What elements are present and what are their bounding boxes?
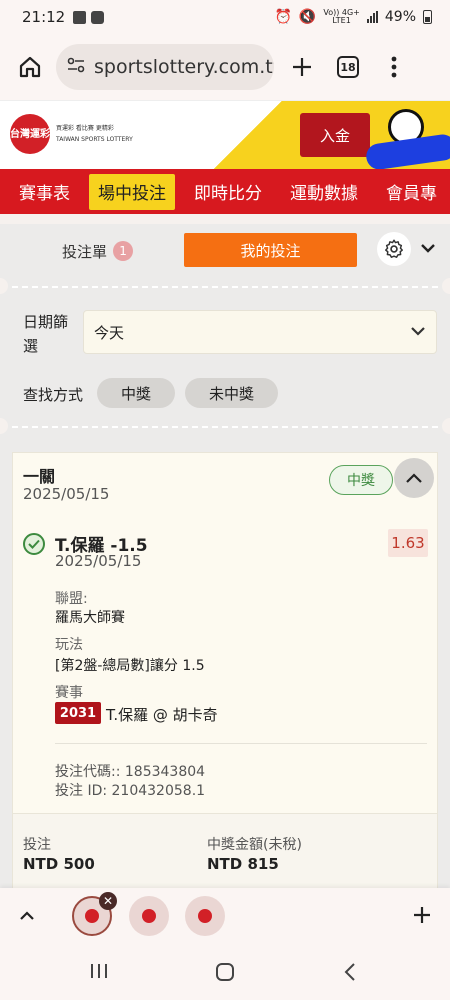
league-label: 聯盟:	[55, 591, 88, 607]
deposit-button[interactable]: 入金	[300, 113, 370, 157]
nav-item-sports-data[interactable]: 運動數據	[281, 174, 367, 210]
add-icon[interactable]	[412, 905, 432, 929]
bets-panel: 投注單 1 我的投注 日期篩選 今天 查找方式 中獎 未中獎 一關 2025/0…	[0, 224, 450, 889]
my-bets-tab[interactable]: 我的投注	[184, 233, 357, 267]
alarm-icon: ⏰	[274, 9, 292, 25]
chevron-up-icon	[406, 473, 422, 483]
divider	[55, 743, 427, 744]
site-header: 台灣運彩 買運彩 看比賽 更精彩 TAIWAN SPORTS LOTTERY 入金	[0, 100, 450, 169]
system-nav-bar	[0, 944, 450, 1000]
chevron-down-icon	[410, 323, 426, 341]
stake-value: NTD 500	[23, 855, 95, 873]
battery-percent: 49%	[384, 9, 416, 25]
status-bar: 21:12 ⏰ 🔇 Vo)) 4G+ LTE1 49%	[0, 0, 450, 34]
filter-win-chip[interactable]: 中獎	[97, 378, 175, 408]
logo-tagline: 買運彩 看比賽 更精彩 TAIWAN SPORTS LOTTERY	[56, 125, 133, 143]
event-name: T.保羅 @ 胡卡奇	[106, 706, 218, 724]
league-value: 羅馬大師賽	[55, 610, 125, 626]
site-favicon	[142, 909, 156, 923]
site-favicon	[198, 909, 212, 923]
bet-summary: 投注 NTD 500 中獎金額(未稅) NTD 815	[13, 813, 437, 889]
market-value: [第2盤-總局數]讓分 1.5	[55, 658, 205, 674]
bet-type: 一關	[23, 467, 56, 486]
bet-date: 2025/05/15	[23, 485, 110, 503]
browser-toolbar: sportslottery.com.tw 18	[0, 34, 450, 100]
status-time: 21:12	[22, 8, 66, 26]
notification-icon	[91, 10, 105, 24]
market-label: 玩法	[55, 637, 83, 653]
battery-icon	[423, 10, 432, 24]
close-icon[interactable]: ✕	[99, 892, 117, 910]
signal-icon	[366, 11, 378, 23]
event-code-badge: 2031	[55, 702, 101, 724]
url-text: sportslottery.com.tw	[94, 56, 274, 78]
panel-topbar: 投注單 1 我的投注	[0, 224, 450, 278]
nav-item-schedule[interactable]: 賽事表	[10, 174, 79, 210]
notification-icon	[73, 10, 87, 24]
network-indicator: Vo)) 4G+ LTE1	[323, 8, 360, 25]
tab-dock: ✕	[0, 888, 450, 944]
status-badge: 中獎	[329, 465, 393, 495]
bet-id: 投注 ID: 210432058.1	[55, 783, 206, 799]
date-filter-label: 日期篩選	[23, 313, 69, 355]
betslip-label: 投注單	[62, 242, 108, 261]
home-icon[interactable]	[12, 49, 48, 85]
mute-icon: 🔇	[298, 9, 317, 25]
more-menu-icon[interactable]	[376, 49, 412, 85]
filter-lose-chip[interactable]: 未中獎	[185, 378, 278, 408]
tab-count: 18	[337, 56, 359, 78]
filter-section: 日期篩選 今天 查找方式 中獎 未中獎	[0, 278, 450, 434]
back-icon[interactable]	[343, 962, 357, 986]
dock-tab[interactable]	[185, 896, 225, 936]
event-label: 賽事	[55, 685, 83, 701]
address-bar[interactable]: sportslottery.com.tw	[56, 44, 274, 90]
selection-date: 2025/05/15	[55, 552, 142, 570]
nav-item-live-score[interactable]: 即時比分	[185, 174, 271, 210]
bet-code: 投注代碼:: 185343804	[55, 764, 206, 780]
payout-label: 中獎金額(未稅)	[207, 837, 302, 853]
stake-label: 投注	[23, 837, 51, 853]
odds-value: 1.63	[388, 529, 428, 557]
nav-item-member[interactable]: 會員專	[377, 174, 446, 210]
betslip-count-badge: 1	[113, 241, 134, 261]
search-mode-label: 查找方式	[23, 386, 84, 404]
chevron-up-icon[interactable]	[18, 906, 36, 925]
date-filter-value: 今天	[94, 323, 125, 342]
site-settings-icon[interactable]	[66, 55, 86, 79]
recent-apps-icon[interactable]	[90, 962, 108, 984]
main-nav: 賽事表 場中投注 即時比分 運動數據 會員專	[0, 169, 450, 214]
collapse-button[interactable]	[394, 458, 434, 498]
bet-card: 一關 2025/05/15 中獎 T.保羅 -1.5 2025/05/15 1.…	[12, 452, 438, 889]
date-filter-select[interactable]: 今天	[83, 310, 437, 354]
settings-button[interactable]	[377, 232, 411, 266]
chevron-down-icon[interactable]	[420, 239, 436, 258]
nav-item-live-betting[interactable]: 場中投注	[89, 173, 175, 210]
site-favicon	[85, 909, 99, 923]
payout-value: NTD 815	[207, 855, 279, 873]
gear-icon	[385, 239, 403, 258]
tab-switcher-button[interactable]: 18	[330, 49, 366, 85]
check-circle-icon	[23, 533, 45, 555]
site-logo[interactable]: 台灣運彩	[10, 114, 50, 154]
home-nav-icon[interactable]	[215, 962, 235, 986]
new-tab-icon[interactable]	[284, 49, 320, 85]
dock-tab[interactable]	[129, 896, 169, 936]
betslip-tab[interactable]: 投注單 1	[62, 241, 134, 262]
